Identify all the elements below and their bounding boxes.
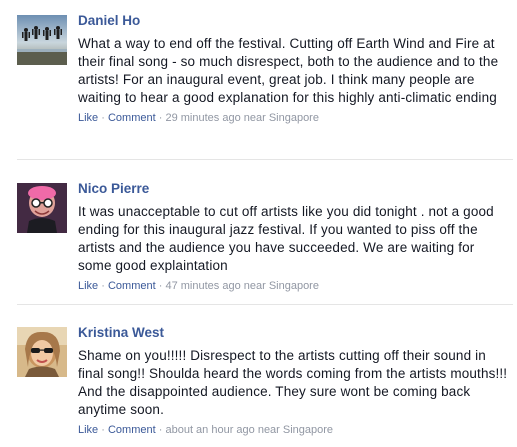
comment-meta: Like · Comment · 47 minutes ago near Sin… <box>78 279 508 293</box>
comment-text: What a way to end off the festival. Cutt… <box>78 36 499 105</box>
comment-body: Nico Pierre It was unacceptable to cut o… <box>78 180 508 293</box>
comment-link[interactable]: Comment <box>108 112 156 124</box>
separator: · <box>101 424 105 436</box>
separator: · <box>158 112 163 124</box>
like-link[interactable]: Like <box>78 424 98 436</box>
comment-meta: Like · Comment · about an hour ago near … <box>78 423 508 437</box>
separator: · <box>158 280 163 292</box>
avatar[interactable] <box>17 327 67 377</box>
separator: · <box>101 280 105 292</box>
avatar[interactable] <box>17 15 67 65</box>
comment-meta: Like · Comment · 29 minutes ago near Sin… <box>78 111 508 125</box>
author-name[interactable]: Nico Pierre <box>78 180 508 198</box>
like-link[interactable]: Like <box>78 280 98 292</box>
comment-body: Kristina West Shame on you!!!!! Disrespe… <box>78 324 508 437</box>
divider <box>17 304 513 305</box>
author-name[interactable]: Kristina West <box>78 324 508 342</box>
avatar[interactable] <box>17 183 67 233</box>
author-name[interactable]: Daniel Ho <box>78 12 508 30</box>
like-link[interactable]: Like <box>78 112 98 124</box>
comment-text: Shame on you!!!!! Disrespect to the arti… <box>78 348 508 417</box>
comment-text: It was unacceptable to cut off artists l… <box>78 204 494 273</box>
timestamp: 29 minutes ago near Singapore <box>165 112 319 124</box>
comment-link[interactable]: Comment <box>108 280 156 292</box>
separator: · <box>158 424 163 436</box>
comment-body: Daniel Ho What a way to end off the fest… <box>78 12 508 125</box>
comment-link[interactable]: Comment <box>108 424 156 436</box>
divider <box>17 159 513 160</box>
timestamp: 47 minutes ago near Singapore <box>165 280 319 292</box>
timestamp: about an hour ago near Singapore <box>165 424 334 436</box>
separator: · <box>101 112 105 124</box>
